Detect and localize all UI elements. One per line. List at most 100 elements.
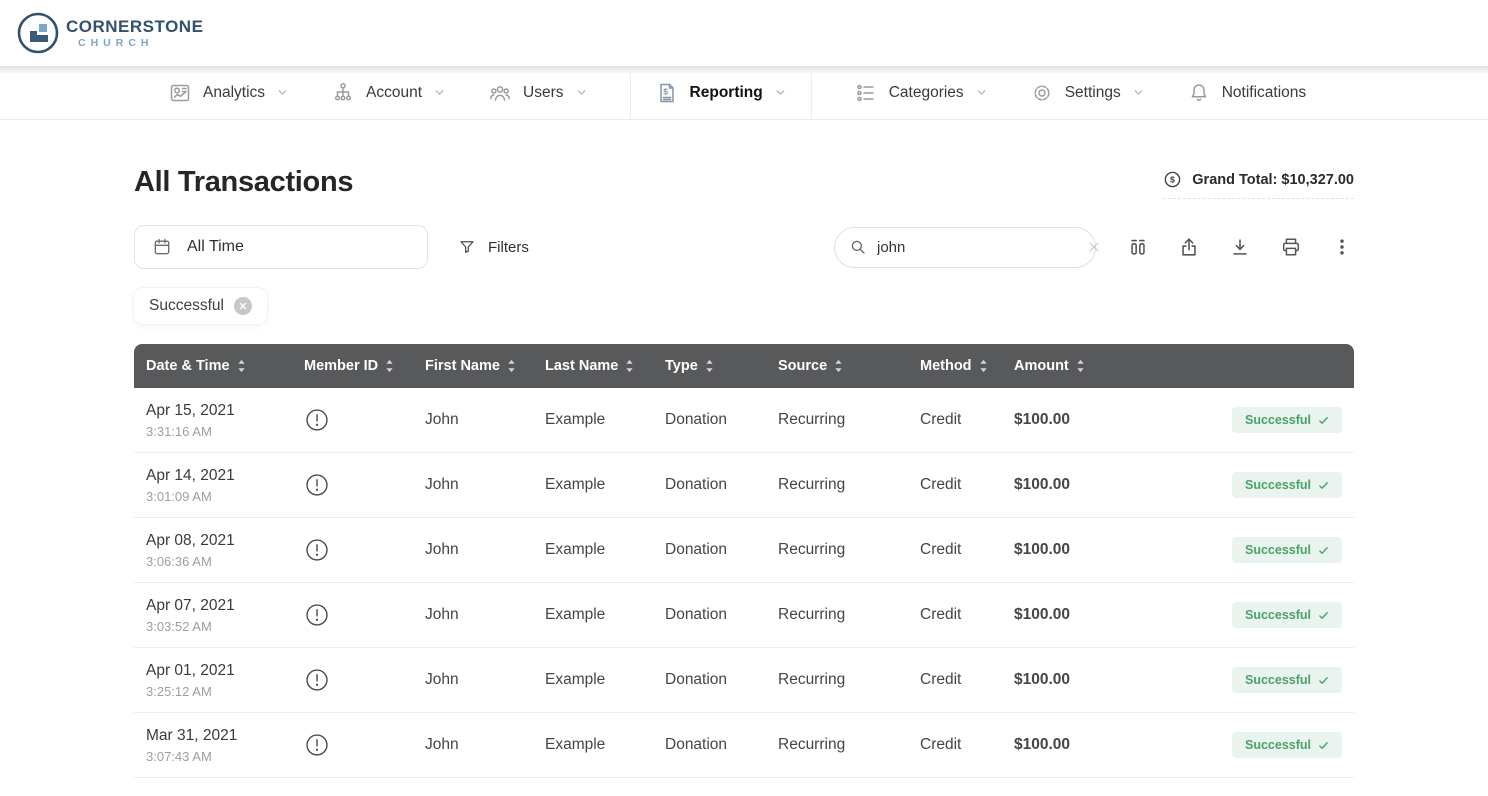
users-icon	[488, 81, 512, 105]
status-badge: Successful	[1232, 667, 1342, 693]
column-header-method[interactable]: Method	[908, 344, 1002, 388]
first-name-cell: John	[413, 713, 533, 778]
sort-icon[interactable]	[1076, 359, 1085, 373]
exclamation-circle-icon[interactable]	[304, 407, 413, 433]
method-cell: Credit	[908, 388, 1002, 453]
first-name-cell: John	[413, 453, 533, 518]
status-badge: Successful	[1232, 602, 1342, 628]
transaction-time: 3:31:16 AM	[146, 424, 292, 439]
nav-item-categories[interactable]: Categories	[854, 66, 988, 119]
sort-icon[interactable]	[507, 359, 516, 373]
active-filters-row: Successful	[134, 288, 1354, 324]
calendar-icon	[152, 237, 172, 257]
exclamation-circle-icon[interactable]	[304, 472, 413, 498]
column-header-status	[1140, 344, 1354, 388]
method-cell: Credit	[908, 518, 1002, 583]
column-header-source[interactable]: Source	[766, 344, 908, 388]
check-icon	[1318, 480, 1329, 491]
sort-icon[interactable]	[979, 359, 988, 373]
account-icon	[331, 81, 355, 105]
sort-icon[interactable]	[625, 359, 634, 373]
exclamation-circle-icon[interactable]	[304, 537, 413, 563]
last-name-cell: Example	[533, 583, 653, 648]
source-cell: Recurring	[766, 453, 908, 518]
app-header: CORNERSTONE CHURCH	[0, 0, 1488, 66]
exclamation-circle-icon[interactable]	[304, 602, 413, 628]
method-cell: Credit	[908, 583, 1002, 648]
chevron-down-icon	[276, 86, 289, 99]
column-header-last-name[interactable]: Last Name	[533, 344, 653, 388]
filter-chip-label: Successful	[149, 297, 224, 315]
transaction-time: 3:07:43 AM	[146, 749, 292, 764]
method-cell: Credit	[908, 648, 1002, 713]
amount-cell: $100.00	[1002, 453, 1140, 518]
transaction-date: Apr 14, 2021	[146, 467, 292, 485]
brand-wordmark: CORNERSTONE CHURCH	[66, 18, 203, 49]
sort-icon[interactable]	[705, 359, 714, 373]
table-row[interactable]: Apr 15, 20213:31:16 AM John Example Dona…	[134, 388, 1354, 453]
notifications-icon	[1187, 81, 1211, 105]
table-row[interactable]: Apr 01, 20213:25:12 AM John Example Dona…	[134, 648, 1354, 713]
transaction-date: Mar 31, 2021	[146, 727, 292, 745]
grand-total: $ Grand Total: $10,327.00	[1163, 170, 1354, 199]
column-header-member-id[interactable]: Member ID	[292, 344, 413, 388]
nav-item-settings[interactable]: Settings	[1030, 66, 1145, 119]
check-icon	[1318, 545, 1329, 556]
filter-funnel-icon	[458, 238, 476, 256]
search-input[interactable]	[877, 239, 1076, 256]
sort-icon[interactable]	[834, 359, 843, 373]
title-row: All Transactions $ Grand Total: $10,327.…	[134, 166, 1354, 199]
column-header-amount[interactable]: Amount	[1002, 344, 1140, 388]
kebab-menu-icon[interactable]	[1330, 235, 1354, 259]
print-icon[interactable]	[1279, 235, 1303, 259]
date-range-button[interactable]: All Time	[134, 225, 428, 269]
last-name-cell: Example	[533, 518, 653, 583]
table-row[interactable]: Apr 08, 20213:06:36 AM John Example Dona…	[134, 518, 1354, 583]
columns-icon[interactable]	[1126, 235, 1150, 259]
source-cell: Recurring	[766, 388, 908, 453]
filters-button[interactable]: Filters	[458, 238, 529, 256]
clear-search-icon[interactable]	[1086, 239, 1102, 255]
filter-chip-successful[interactable]: Successful	[134, 288, 267, 324]
column-header-date-time[interactable]: Date & Time	[134, 344, 292, 388]
exclamation-circle-icon[interactable]	[304, 667, 413, 693]
source-cell: Recurring	[766, 518, 908, 583]
table-header-row: Date & Time Member ID First Name Last Na…	[134, 344, 1354, 388]
check-icon	[1318, 415, 1329, 426]
transaction-date: Apr 08, 2021	[146, 532, 292, 550]
last-name-cell: Example	[533, 648, 653, 713]
type-cell: Donation	[653, 713, 766, 778]
amount-cell: $100.00	[1002, 518, 1140, 583]
brand-logo[interactable]: CORNERSTONE CHURCH	[16, 11, 203, 55]
table-row[interactable]: Mar 31, 20213:07:43 AM John Example Dona…	[134, 713, 1354, 778]
sort-icon[interactable]	[385, 359, 394, 373]
source-cell: Recurring	[766, 713, 908, 778]
transaction-time: 3:03:52 AM	[146, 619, 292, 634]
nav-item-reporting[interactable]: $ Reporting	[630, 66, 812, 119]
nav-item-account[interactable]: Account	[331, 66, 446, 119]
download-icon[interactable]	[1228, 235, 1252, 259]
column-header-first-name[interactable]: First Name	[413, 344, 533, 388]
search-icon	[849, 238, 867, 256]
share-icon[interactable]	[1177, 235, 1201, 259]
first-name-cell: John	[413, 388, 533, 453]
nav-item-analytics[interactable]: Analytics	[168, 66, 289, 119]
table-row[interactable]: Apr 07, 20213:03:52 AM John Example Dona…	[134, 583, 1354, 648]
sort-icon[interactable]	[237, 359, 246, 373]
table-row[interactable]: Apr 14, 20213:01:09 AM John Example Dona…	[134, 453, 1354, 518]
nav-label: Settings	[1065, 84, 1121, 102]
type-cell: Donation	[653, 453, 766, 518]
exclamation-circle-icon[interactable]	[304, 732, 413, 758]
dollar-circle-icon: $	[1163, 170, 1182, 189]
nav-item-notifications[interactable]: Notifications	[1187, 66, 1306, 119]
chevron-down-icon	[433, 86, 446, 99]
amount-cell: $100.00	[1002, 583, 1140, 648]
transactions-table: Date & Time Member ID First Name Last Na…	[134, 344, 1354, 778]
source-cell: Recurring	[766, 583, 908, 648]
chevron-down-icon	[575, 86, 588, 99]
toolbar: All Time Filters	[134, 225, 1354, 269]
nav-label: Analytics	[203, 84, 265, 102]
remove-chip-icon[interactable]	[234, 297, 252, 315]
nav-item-users[interactable]: Users	[488, 66, 587, 119]
column-header-type[interactable]: Type	[653, 344, 766, 388]
